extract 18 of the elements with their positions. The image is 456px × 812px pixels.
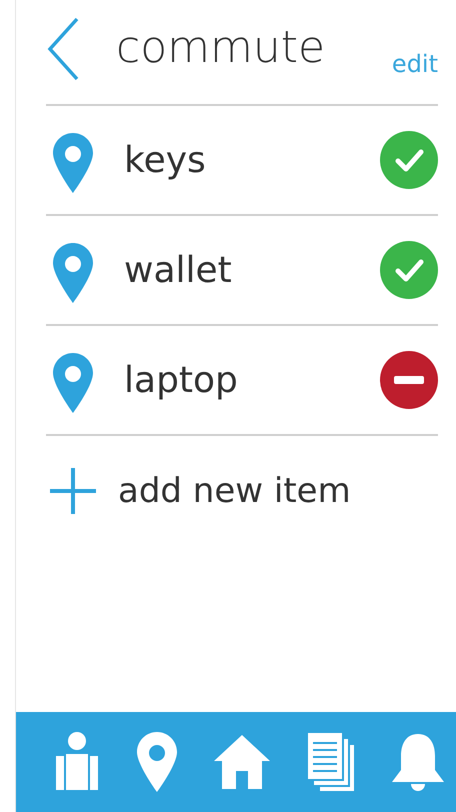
item-name: wallet (124, 250, 233, 290)
back-icon (46, 17, 80, 81)
location-pin-icon (52, 242, 94, 304)
item-name: keys (124, 140, 207, 180)
location-pin-icon (52, 352, 94, 414)
home-icon[interactable] (212, 733, 272, 791)
location-pin-icon (52, 132, 94, 194)
add-item-button[interactable]: add new item (48, 466, 351, 516)
check-icon[interactable] (380, 131, 438, 189)
documents-icon[interactable] (306, 731, 356, 793)
back-button[interactable] (46, 17, 80, 81)
plus-icon (48, 466, 98, 516)
list-title: commute (116, 22, 326, 72)
item-name: laptop (124, 360, 239, 400)
check-icon[interactable] (380, 241, 438, 299)
location-pin-icon[interactable] (136, 731, 178, 793)
bell-icon[interactable] (390, 732, 446, 792)
minus-icon[interactable] (380, 351, 438, 409)
